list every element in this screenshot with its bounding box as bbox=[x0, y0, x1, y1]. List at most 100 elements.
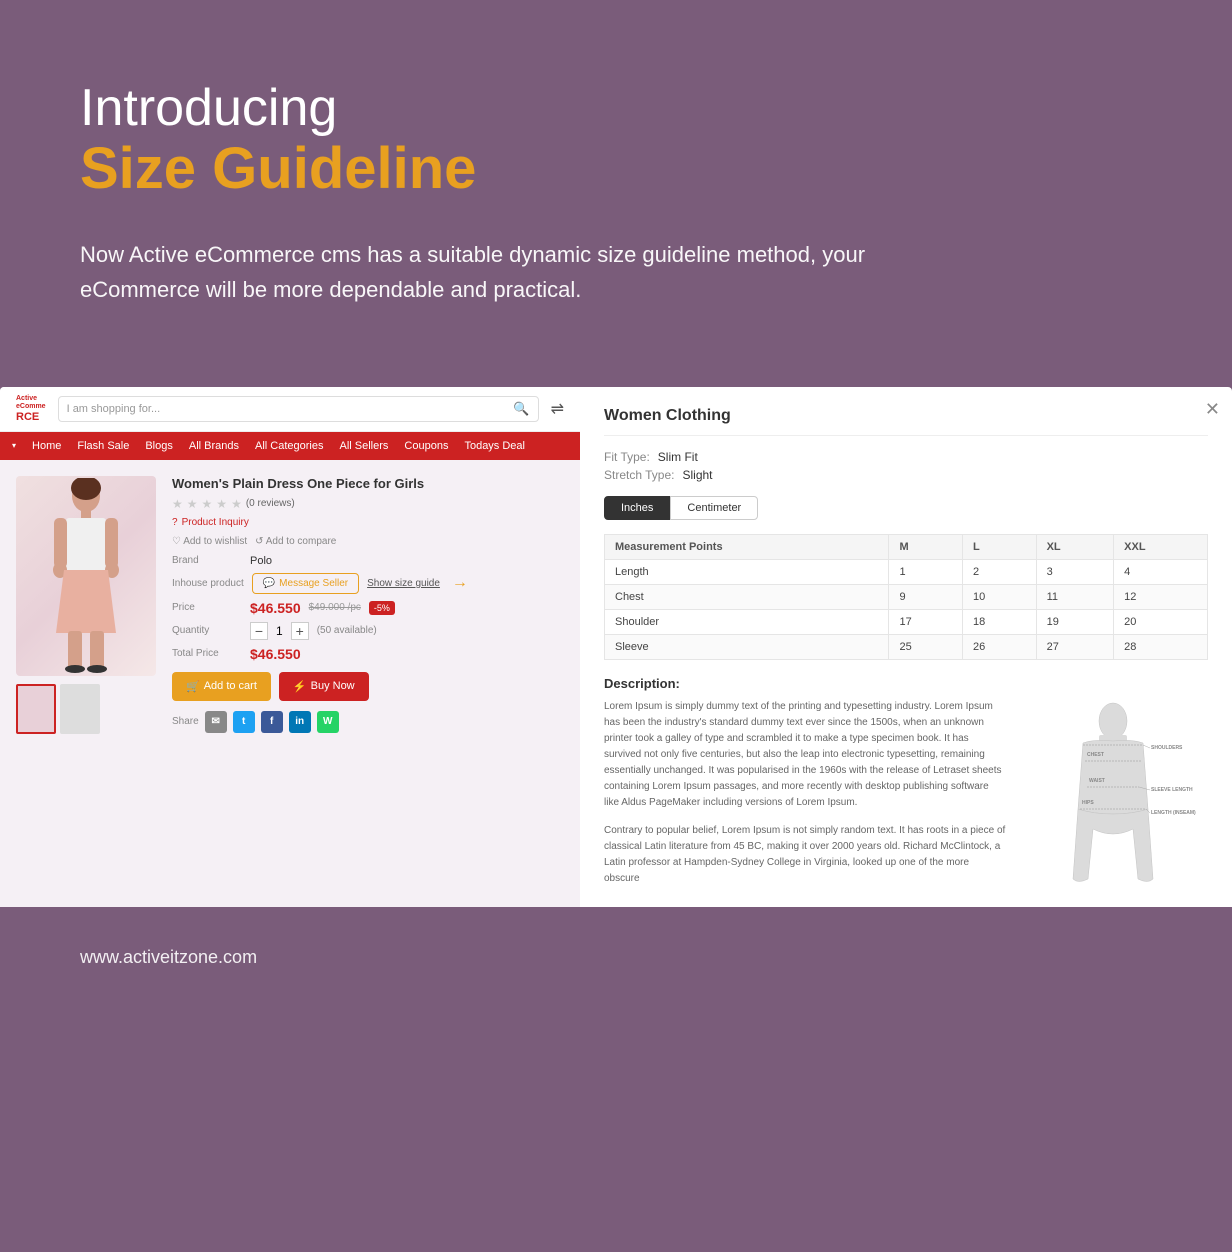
menu-item-blogs[interactable]: Blogs bbox=[145, 440, 173, 452]
menu-item-flash-sale[interactable]: Flash Sale bbox=[77, 440, 129, 452]
sleeve-xxl: 28 bbox=[1114, 635, 1208, 660]
description-title: Description: bbox=[604, 676, 1208, 691]
size-guide-modal: ✕ Women Clothing Fit Type: Slim Fit Stre… bbox=[580, 387, 1232, 907]
hero-section: Introducing Size Guideline Now Active eC… bbox=[0, 0, 1232, 347]
nav-logo-line1: Active bbox=[16, 395, 46, 403]
category-menu: ▾ Home Flash Sale Blogs All Brands All C… bbox=[0, 432, 580, 460]
body-diagram-area: CHEST WAIST HIPS SHOULDERS SLEEVE LENGTH… bbox=[1018, 699, 1208, 907]
col-measurement-points: Measurement Points bbox=[605, 535, 889, 560]
hero-intro-text: Introducing bbox=[80, 80, 1152, 137]
nav-logo: Active eComme RCE bbox=[16, 395, 46, 422]
share-linkedin-icon[interactable]: in bbox=[289, 711, 311, 733]
product-thumb-2[interactable] bbox=[60, 684, 100, 734]
col-l: L bbox=[963, 535, 1037, 560]
product-image-svg bbox=[26, 478, 146, 673]
length-l: 2 bbox=[963, 560, 1037, 585]
shoulder-m: 17 bbox=[889, 610, 963, 635]
left-panel-ecommerce: Active eComme RCE I am shopping for... 🔍… bbox=[0, 387, 580, 907]
compare-action[interactable]: ↺ Add to compare bbox=[255, 536, 336, 547]
inhouse-label: Inhouse product bbox=[172, 578, 244, 589]
total-price-value: $46.550 bbox=[250, 646, 301, 662]
sleeve-l: 26 bbox=[963, 635, 1037, 660]
menu-item-all-brands[interactable]: All Brands bbox=[189, 440, 239, 452]
nav-logo-line2: eComme bbox=[16, 403, 46, 411]
description-area: Lorem Ipsum is simply dummy text of the … bbox=[604, 699, 1208, 907]
hero-description-text: Now Active eCommerce cms has a suitable … bbox=[80, 237, 980, 307]
nav-search-placeholder: I am shopping for... bbox=[67, 403, 161, 415]
share-email-icon[interactable]: ✉ bbox=[205, 711, 227, 733]
product-inhouse-row: Inhouse product 💬 Message Seller Show si… bbox=[172, 573, 564, 594]
description-text-column: Lorem Ipsum is simply dummy text of the … bbox=[604, 699, 1006, 907]
share-whatsapp-icon[interactable]: W bbox=[317, 711, 339, 733]
nav-search-box[interactable]: I am shopping for... 🔍 bbox=[58, 396, 539, 422]
product-title: Women's Plain Dress One Piece for Girls bbox=[172, 476, 564, 491]
unit-tab-inches[interactable]: Inches bbox=[604, 496, 670, 520]
modal-close-button[interactable]: ✕ bbox=[1205, 399, 1220, 420]
modal-meta: Fit Type: Slim Fit Stretch Type: Slight bbox=[604, 450, 1208, 482]
price-discount-badge: -5% bbox=[369, 601, 395, 615]
price-current: $46.550 bbox=[250, 600, 301, 616]
svg-text:SLEEVE LENGTH: SLEEVE LENGTH bbox=[1151, 787, 1193, 793]
quantity-decrease-button[interactable]: − bbox=[250, 622, 268, 640]
brand-label: Brand bbox=[172, 555, 242, 566]
footer-url: www.activeitzone.com bbox=[80, 947, 1152, 968]
sleeve-xl: 27 bbox=[1036, 635, 1114, 660]
unit-tabs: Inches Centimeter bbox=[604, 496, 1208, 520]
search-icon: 🔍 bbox=[513, 401, 529, 417]
screenshot-container: Active eComme RCE I am shopping for... 🔍… bbox=[0, 387, 1232, 907]
size-table: Measurement Points M L XL XXL Length 1 2… bbox=[604, 534, 1208, 660]
body-diagram-svg: CHEST WAIST HIPS SHOULDERS SLEEVE LENGTH… bbox=[1018, 699, 1208, 907]
menu-item-todays-deal[interactable]: Todays Deal bbox=[464, 440, 525, 452]
add-to-cart-button[interactable]: 🛒 Add to cart bbox=[172, 672, 271, 701]
chest-m: 9 bbox=[889, 585, 963, 610]
share-facebook-icon[interactable]: f bbox=[261, 711, 283, 733]
buy-now-button[interactable]: ⚡ Buy Now bbox=[279, 672, 369, 701]
filter-icon[interactable]: ⇌ bbox=[551, 399, 564, 419]
arrow-right-icon: → bbox=[452, 574, 468, 592]
stretch-type-row: Stretch Type: Slight bbox=[604, 468, 1208, 482]
col-xxl: XXL bbox=[1114, 535, 1208, 560]
star-2: ★ bbox=[187, 497, 198, 511]
quantity-control: − 1 + (50 available) bbox=[250, 622, 377, 640]
quantity-increase-button[interactable]: + bbox=[291, 622, 309, 640]
product-quantity-row: Quantity − 1 + (50 available) bbox=[172, 622, 564, 640]
product-rating: ★ ★ ★ ★ ★ (0 reviews) bbox=[172, 497, 564, 511]
measurement-chest: Chest bbox=[605, 585, 889, 610]
footer-section: www.activeitzone.com bbox=[0, 907, 1232, 1008]
menu-item-all-sellers[interactable]: All Sellers bbox=[340, 440, 389, 452]
fit-type-label: Fit Type: bbox=[604, 450, 650, 464]
size-table-header-row: Measurement Points M L XL XXL bbox=[605, 535, 1208, 560]
product-buttons: 🛒 Add to cart ⚡ Buy Now bbox=[172, 672, 564, 701]
message-seller-button[interactable]: 💬 Message Seller bbox=[252, 573, 359, 594]
unit-tab-centimeter[interactable]: Centimeter bbox=[670, 496, 758, 520]
col-xl: XL bbox=[1036, 535, 1114, 560]
price-original: $49.000 /pc bbox=[309, 602, 361, 613]
inquiry-icon: ? bbox=[172, 517, 178, 528]
product-thumbnails bbox=[16, 684, 156, 734]
price-label: Price bbox=[172, 602, 242, 613]
menu-item-coupons[interactable]: Coupons bbox=[404, 440, 448, 452]
category-dropdown-icon[interactable]: ▾ bbox=[12, 441, 16, 450]
star-3: ★ bbox=[202, 497, 213, 511]
wishlist-action[interactable]: ♡ Add to wishlist bbox=[172, 536, 247, 547]
product-inquiry-link[interactable]: ? Product Inquiry bbox=[172, 517, 564, 528]
quantity-label: Quantity bbox=[172, 625, 242, 636]
menu-item-all-categories[interactable]: All Categories bbox=[255, 440, 323, 452]
nav-logo-line3: RCE bbox=[16, 411, 46, 423]
menu-item-home[interactable]: Home bbox=[32, 440, 61, 452]
review-count: (0 reviews) bbox=[246, 498, 295, 509]
product-thumb-1[interactable] bbox=[16, 684, 56, 734]
share-twitter-icon[interactable]: t bbox=[233, 711, 255, 733]
shoulder-xl: 19 bbox=[1036, 610, 1114, 635]
svg-text:HIPS: HIPS bbox=[1082, 800, 1094, 806]
col-m: M bbox=[889, 535, 963, 560]
stretch-type-value: Slight bbox=[682, 468, 712, 482]
star-4: ★ bbox=[216, 497, 227, 511]
fit-type-row: Fit Type: Slim Fit bbox=[604, 450, 1208, 464]
measurement-shoulder: Shoulder bbox=[605, 610, 889, 635]
show-size-guide-link[interactable]: Show size guide bbox=[367, 578, 440, 589]
quantity-value: 1 bbox=[276, 624, 283, 638]
brand-value: Polo bbox=[250, 555, 272, 567]
shoulder-l: 18 bbox=[963, 610, 1037, 635]
share-label: Share bbox=[172, 716, 199, 727]
